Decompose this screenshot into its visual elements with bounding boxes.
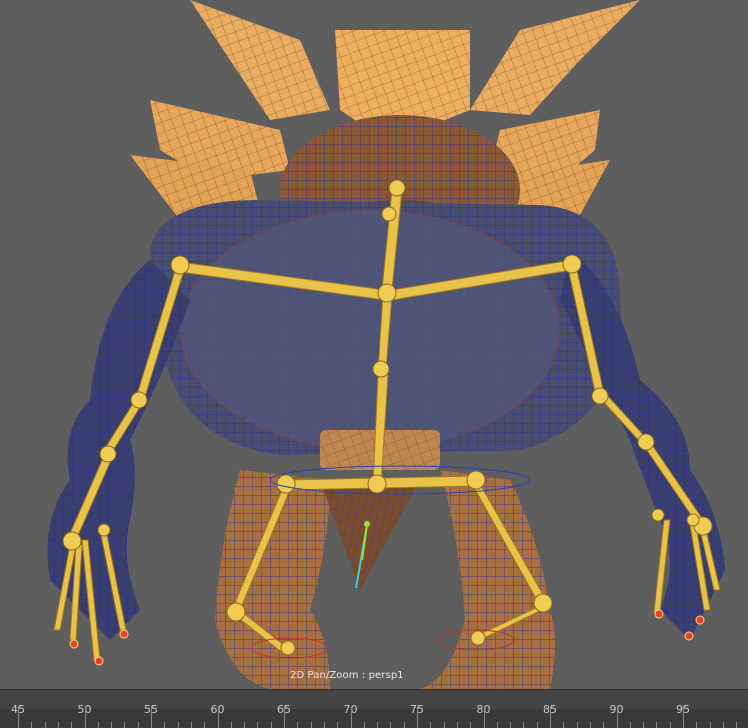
time-tick — [350, 706, 352, 728]
time-tick — [124, 722, 126, 728]
time-tick — [151, 706, 152, 728]
time-tick — [616, 706, 618, 728]
time-tick — [523, 722, 525, 728]
time-tick — [550, 706, 551, 728]
time-tick — [722, 722, 724, 728]
time-tick — [97, 722, 99, 728]
time-tick — [709, 722, 711, 728]
time-tick — [696, 722, 698, 728]
time-tick — [323, 722, 325, 728]
time-tick — [297, 722, 299, 728]
time-tick — [470, 722, 472, 728]
time-tick — [190, 722, 192, 728]
time-tick — [576, 722, 578, 728]
time-tick — [44, 722, 46, 728]
time-tick — [430, 722, 432, 728]
time-tick — [111, 722, 113, 728]
time-tick — [137, 722, 139, 728]
time-tick — [603, 722, 605, 728]
time-tick — [390, 722, 392, 728]
time-tick — [270, 722, 272, 728]
time-tick — [257, 722, 259, 728]
time-tick — [669, 722, 671, 728]
maya-app: 2D Pan/Zoom : persp1 4550556065707580859… — [0, 0, 748, 728]
time-tick — [736, 722, 738, 728]
3d-viewport[interactable]: 2D Pan/Zoom : persp1 — [0, 0, 748, 689]
time-tick — [217, 706, 219, 728]
time-tick — [18, 706, 19, 728]
time-tick — [363, 722, 365, 728]
time-tick — [164, 722, 166, 728]
time-tick — [483, 706, 485, 728]
time-tick — [71, 722, 73, 728]
time-tick — [31, 722, 33, 728]
time-tick — [310, 722, 312, 728]
time-tick — [510, 722, 512, 728]
time-slider-track[interactable] — [0, 709, 748, 728]
time-tick — [643, 722, 645, 728]
time-tick — [337, 722, 339, 728]
time-tick — [377, 722, 379, 728]
time-tick — [244, 722, 246, 728]
time-tick — [204, 722, 206, 728]
time-tick — [403, 722, 405, 728]
time-tick — [84, 706, 86, 728]
time-tick — [683, 706, 684, 728]
time-tick — [443, 722, 445, 728]
time-tick — [230, 722, 232, 728]
viewport-scene[interactable] — [0, 0, 748, 689]
viewport-hud-label: 2D Pan/Zoom : persp1 — [290, 670, 404, 681]
time-tick — [417, 706, 418, 728]
time-tick — [284, 706, 285, 728]
time-tick — [177, 722, 179, 728]
time-tick — [57, 722, 59, 728]
time-tick — [629, 722, 631, 728]
ik-end-markers[interactable] — [69, 609, 705, 666]
time-tick — [589, 722, 591, 728]
time-tick — [563, 722, 565, 728]
time-tick — [496, 722, 498, 728]
time-tick — [656, 722, 658, 728]
time-tick — [456, 722, 458, 728]
time-tick — [536, 722, 538, 728]
time-slider[interactable]: 4550556065707580859095 — [0, 689, 748, 728]
